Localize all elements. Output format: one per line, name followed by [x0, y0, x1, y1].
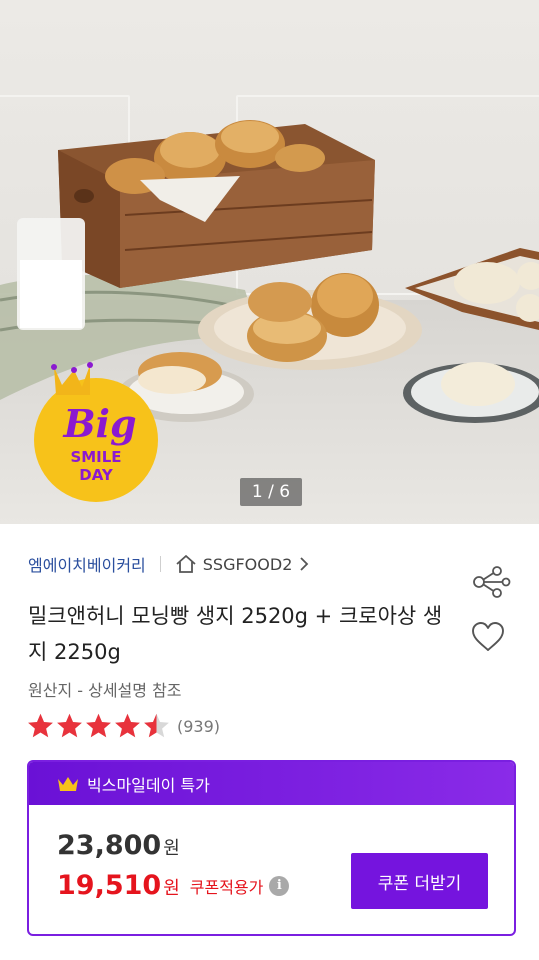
product-title: 밀크앤허니 모닝빵 생지 2520g + 크로아상 생지 2250g	[28, 604, 443, 664]
star-icon	[28, 713, 53, 738]
original-price-unit: 원	[163, 838, 180, 859]
promo-banner: 빅스마일데이 특가	[29, 762, 514, 805]
price-card: 빅스마일데이 특가 23,800 원 19,510 원 쿠폰적용가 i 쿠폰 더받기	[27, 760, 516, 936]
original-price: 23,800 원	[57, 830, 180, 861]
store-link[interactable]: SSGFOOD2	[175, 554, 317, 574]
sale-price-unit: 원	[163, 878, 180, 899]
store-name: SSGFOOD2	[202, 554, 293, 574]
origin-info: 원산지 - 상세설명 참조	[28, 681, 182, 700]
image-counter: 1 / 6	[240, 478, 302, 506]
original-price-value: 23,800	[57, 830, 162, 861]
promo-banner-label: 빅스마일데이 특가	[87, 775, 210, 795]
star-icon	[144, 713, 169, 738]
product-image-carousel[interactable]: Big SMILE DAY 1 / 6	[0, 0, 539, 524]
star-rating	[26, 712, 171, 740]
crown-icon	[58, 776, 78, 791]
share-button[interactable]	[468, 563, 512, 601]
star-icon	[86, 713, 111, 738]
badge-day-text: DAY	[79, 466, 114, 484]
sale-price-row: 19,510 원 쿠폰적용가 i	[57, 870, 290, 901]
star-icon	[115, 713, 140, 738]
brand-link[interactable]: 엠에이치베이커리	[28, 552, 146, 576]
chevron-right-icon	[300, 557, 309, 571]
sale-price-value: 19,510	[57, 870, 162, 901]
get-more-coupons-button[interactable]: 쿠폰 더받기	[351, 853, 488, 909]
badge-smile-text: SMILE	[70, 448, 121, 466]
badge-big-text: Big	[62, 401, 136, 446]
share-icon	[473, 566, 511, 598]
heart-icon	[472, 622, 504, 651]
like-button[interactable]	[466, 617, 510, 657]
rating-row[interactable]: (939)	[26, 712, 220, 740]
coupon-price-label: 쿠폰적용가	[189, 877, 264, 897]
big-smile-day-badge: Big SMILE DAY	[34, 362, 158, 502]
home-icon	[176, 555, 196, 573]
divider	[159, 556, 161, 572]
sale-price: 19,510 원	[57, 870, 180, 901]
brand-row: 엠에이치베이커리 SSGFOOD2	[28, 551, 316, 577]
star-icon	[57, 713, 82, 738]
review-count: (939)	[177, 716, 221, 736]
info-icon[interactable]: i	[269, 875, 290, 896]
